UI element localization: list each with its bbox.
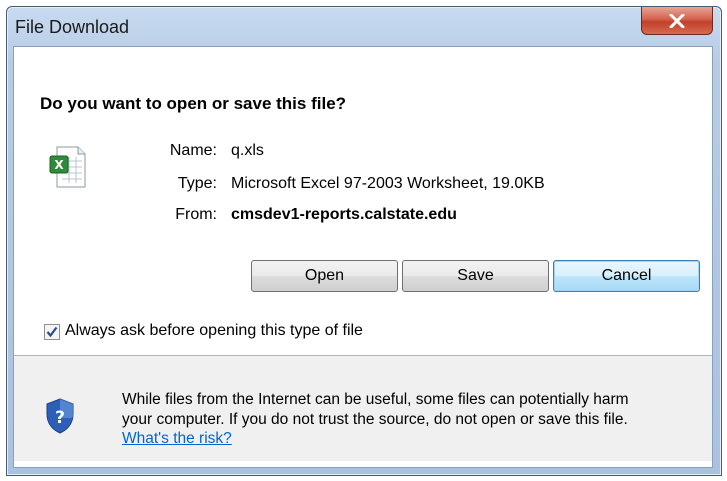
svg-text:?: ? (55, 408, 65, 428)
cancel-button-label: Cancel (601, 267, 652, 284)
from-label: From: (175, 206, 217, 223)
file-name-value: q.xls (231, 142, 264, 159)
cancel-button[interactable]: Cancel (553, 260, 700, 292)
always-ask-checkbox[interactable] (44, 324, 60, 340)
always-ask-label[interactable]: Always ask before opening this type of f… (65, 322, 363, 340)
security-shield-icon: ? (46, 398, 74, 434)
dialog-question: Do you want to open or save this file? (40, 94, 347, 113)
security-warning-text: While files from the Internet can be use… (122, 390, 692, 430)
checkmark-icon (46, 326, 58, 338)
close-icon (669, 13, 685, 28)
open-button-label: Open (304, 267, 345, 284)
security-footer: ? While files from the Internet can be u… (14, 356, 712, 461)
name-label: Name: (169, 142, 217, 159)
whats-the-risk-link[interactable]: What's the risk? (122, 430, 232, 448)
warning-line-2: your computer. If you do not trust the s… (122, 411, 628, 428)
open-button[interactable]: Open (251, 260, 398, 292)
file-type-value: Microsoft Excel 97-2003 Worksheet, 19.0K… (231, 175, 545, 192)
window-title: File Download (15, 17, 130, 37)
type-label: Type: (177, 175, 217, 192)
title-bar[interactable]: File Download (7, 7, 721, 47)
file-source-value: cmsdev1-reports.calstate.edu (231, 206, 457, 223)
save-button-label: Save (457, 267, 494, 284)
warning-line-1: While files from the Internet can be use… (122, 391, 629, 408)
close-button[interactable] (641, 7, 713, 35)
save-button[interactable]: Save (402, 260, 549, 292)
svg-text:X: X (54, 158, 64, 172)
excel-file-icon: X (49, 146, 86, 188)
dialog-body: Do you want to open or save this file? X… (13, 46, 713, 468)
